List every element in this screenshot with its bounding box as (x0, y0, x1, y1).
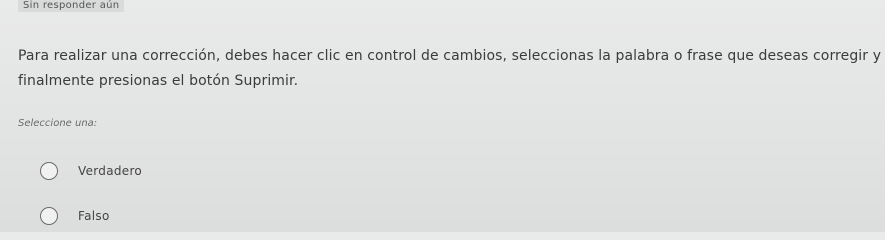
answer-prompt: Seleccione una: (18, 118, 98, 129)
question-status: Sin responder aún (18, 0, 125, 12)
option-true[interactable]: Verdadero (40, 162, 142, 180)
radio-false[interactable] (40, 207, 58, 225)
radio-true[interactable] (40, 162, 58, 180)
option-true-label[interactable]: Verdadero (78, 164, 142, 178)
option-false[interactable]: Falso (40, 207, 110, 225)
option-false-label[interactable]: Falso (78, 209, 110, 223)
question-text: Para realizar una corrección, debes hace… (18, 48, 882, 89)
